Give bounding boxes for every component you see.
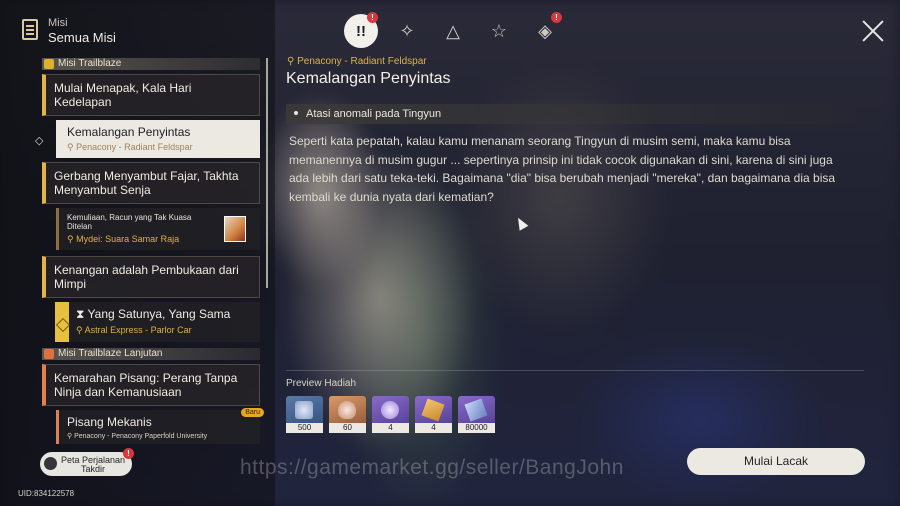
- mission-objective: Atasi anomali pada Tingyun: [286, 104, 856, 124]
- mission-tabs: !! ! ✧ △ ☆ ◈ !: [344, 12, 562, 48]
- mission-log-icon: [22, 19, 38, 40]
- tab-trailblaze[interactable]: ✧: [390, 14, 424, 48]
- reward-item[interactable]: 60: [329, 396, 366, 433]
- material-icon: [338, 401, 356, 419]
- header-title: Semua Misi: [48, 30, 116, 45]
- new-badge: Baru: [241, 408, 264, 417]
- credit-icon: [295, 401, 313, 419]
- user-id: UID:834122578: [18, 489, 75, 498]
- tab-adventure[interactable]: ☆: [482, 14, 516, 48]
- star-compass-icon: ✧: [399, 20, 415, 41]
- mission-description: Seperti kata pepatah, kalau kamu menanam…: [289, 134, 836, 204]
- mission-location: ⚲ Penacony - Radiant Feldspar: [67, 142, 193, 152]
- mission-item[interactable]: Pisang Mekanis ⚲ Penacony - Penacony Pap…: [56, 408, 264, 444]
- rewards-title: Preview Hadiah: [286, 378, 357, 389]
- detail-title: Kemalangan Penyintas: [286, 70, 451, 87]
- watermark: https://gamemarket.gg/seller/BangJohn: [240, 456, 624, 479]
- mission-chapter[interactable]: Kemarahan Pisang: Perang Tanpa Ninja dan…: [42, 364, 260, 406]
- reward-item[interactable]: 4: [415, 396, 452, 433]
- diamond-icon: ◈: [538, 20, 552, 41]
- mission-chapter[interactable]: Kenangan adalah Pembukaan dari Mimpi: [42, 256, 260, 298]
- divider: [286, 370, 864, 371]
- exp-book-icon: [464, 398, 488, 422]
- rewards-row: 500 60 4 4 80000: [286, 396, 495, 433]
- companion-mission-marker: [55, 302, 69, 342]
- mission-title: Kemalangan Penyintas: [67, 125, 191, 139]
- tab-all-missions[interactable]: !! !: [344, 12, 378, 48]
- star-rail-pass-icon: [381, 401, 399, 419]
- mission-chapter[interactable]: Gerbang Menyambut Fajar, Takhta Menyambu…: [42, 162, 260, 204]
- exclamation-icon: !!: [356, 22, 366, 40]
- tab-daily[interactable]: ◈ !: [528, 12, 562, 48]
- mission-list: Misi Trailblaze Mulai Menapak, Kala Hari…: [35, 58, 264, 444]
- header-subtitle: Misi: [48, 17, 68, 29]
- map-icon: [44, 457, 57, 470]
- destiny-map-button[interactable]: Peta Perjalanan Takdir !: [40, 448, 134, 476]
- tab-badge: !: [551, 12, 562, 23]
- close-icon[interactable]: [862, 20, 884, 42]
- mission-title: Kemuliaan, Racun yang Tak Kuasa Ditelan: [67, 213, 192, 231]
- mission-location: ⚲ Astral Express - Parlor Car: [76, 325, 192, 335]
- character-portrait: [224, 216, 246, 242]
- tab-badge: !: [367, 12, 378, 23]
- trailblaze-icon: [44, 59, 54, 69]
- mission-item-selected[interactable]: ◇ Kemalangan Penyintas ⚲ Penacony - Radi…: [35, 120, 260, 158]
- category-header: Misi Trailblaze: [42, 58, 260, 70]
- star-icon: ☆: [490, 20, 508, 41]
- tab-companion[interactable]: △: [436, 14, 470, 48]
- mission-title: Pisang Mekanis: [67, 415, 152, 429]
- list-scrollbar[interactable]: [266, 58, 268, 288]
- reward-item[interactable]: 4: [372, 396, 409, 433]
- triangle-icon: △: [446, 20, 460, 41]
- trailblaze-continuance-icon: [44, 349, 54, 359]
- mission-item[interactable]: ⧗ Yang Satunya, Yang Sama ⚲ Astral Expre…: [55, 302, 260, 342]
- ration-icon: [421, 398, 445, 422]
- bullet-icon: [294, 111, 298, 116]
- detail-location: ⚲ Penacony - Radiant Feldspar: [287, 56, 427, 67]
- start-tracking-button[interactable]: Mulai Lacak: [687, 448, 865, 475]
- mission-item[interactable]: Kemuliaan, Racun yang Tak Kuasa Ditelan …: [56, 208, 260, 250]
- mission-location: ⚲ Penacony - Penacony Paperfold Universi…: [67, 433, 208, 440]
- category-header: Misi Trailblaze Lanjutan: [42, 348, 260, 360]
- mission-title: ⧗ Yang Satunya, Yang Sama: [76, 307, 231, 321]
- tracking-pin-icon: ◇: [35, 135, 44, 147]
- notification-badge: !: [123, 448, 134, 459]
- reward-item[interactable]: 500: [286, 396, 323, 433]
- reward-item[interactable]: 80000: [458, 396, 495, 433]
- mission-chapter[interactable]: Mulai Menapak, Kala Hari Kedelapan: [42, 74, 260, 116]
